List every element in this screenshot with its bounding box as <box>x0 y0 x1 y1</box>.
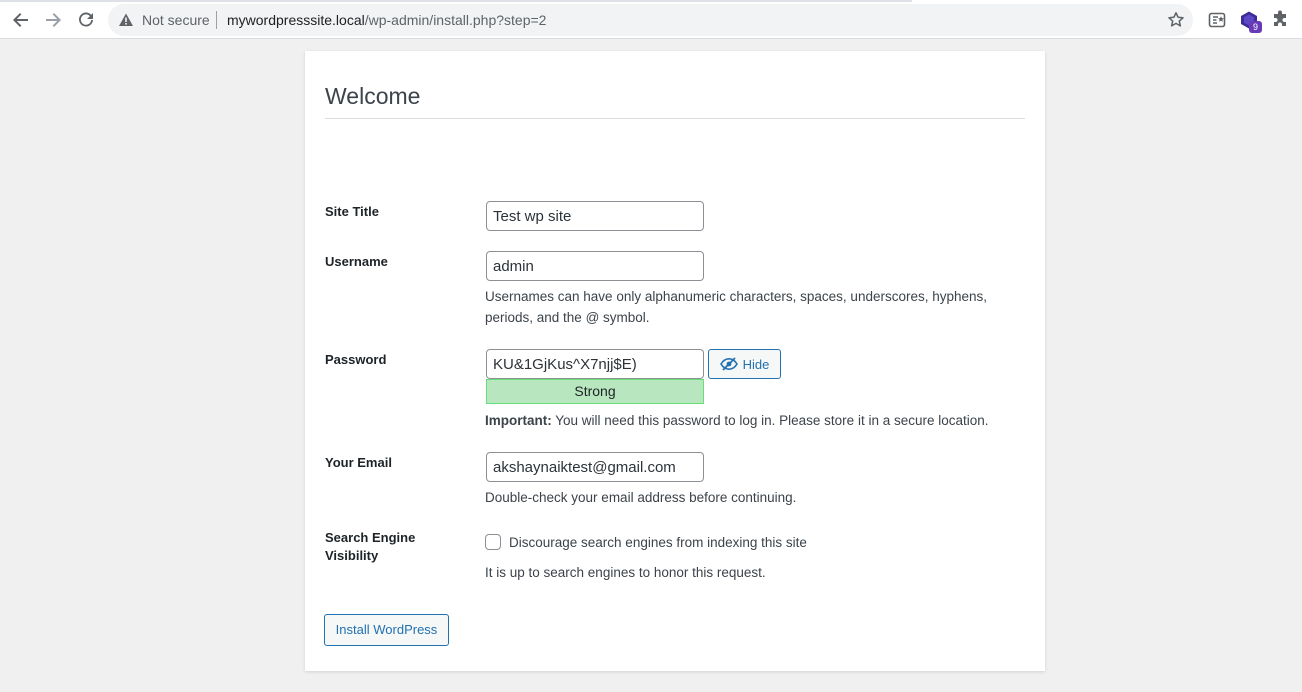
page-title: Welcome <box>325 83 421 109</box>
password-notice-emphasis: Important: <box>485 413 552 428</box>
username-label: Username <box>325 254 388 269</box>
install-form-card: Welcome Site Title Username Usernames ca… <box>305 51 1045 671</box>
username-description: Usernames can have only alphanumeric cha… <box>485 286 987 328</box>
password-notice: Important: You will need this password t… <box>485 410 989 431</box>
email-description: Double-check your email address before c… <box>485 490 797 505</box>
browser-toolbar: Not secure mywordpresssite.local/wp-admi… <box>0 0 1302 39</box>
url-path: /wp-admin/install.php?step=2 <box>364 12 547 28</box>
site-title-label: Site Title <box>325 204 379 219</box>
extension-badge: 9 <box>1249 21 1262 33</box>
search-visibility-label-line-1: Search Engine <box>325 530 416 545</box>
password-strength-indicator: Strong <box>486 379 704 404</box>
hide-password-label: Hide <box>742 356 770 372</box>
discourage-search-label[interactable]: Discourage search engines from indexing … <box>509 532 807 553</box>
search-visibility-description: It is up to search engines to honor this… <box>485 565 766 580</box>
search-visibility-label-line-2: Visibility <box>325 548 379 563</box>
address-bar[interactable]: Not secure mywordpresssite.local/wp-admi… <box>108 4 1193 36</box>
search-visibility-label: Search Engine Visibility <box>325 529 415 565</box>
warning-icon <box>119 13 133 26</box>
forward-icon[interactable] <box>41 8 65 32</box>
url-host: mywordpresssite.local <box>227 12 365 28</box>
url-text[interactable]: mywordpresssite.local/wp-admin/install.p… <box>227 12 546 28</box>
reload-icon[interactable] <box>74 8 98 32</box>
password-notice-text: You will need this password to log in. P… <box>555 413 989 428</box>
email-label: Your Email <box>325 455 392 470</box>
site-title-input[interactable] <box>486 201 704 231</box>
username-description-line-2: periods, and the @ symbol. <box>485 310 650 325</box>
star-icon[interactable] <box>1167 11 1185 29</box>
back-icon[interactable] <box>9 8 33 32</box>
password-input[interactable] <box>486 349 704 379</box>
eye-slash-icon <box>719 357 738 371</box>
username-input[interactable] <box>486 251 704 281</box>
security-status[interactable]: Not secure <box>142 12 210 28</box>
tab-strip-edge <box>0 0 912 2</box>
address-divider <box>216 11 217 29</box>
reading-list-icon[interactable] <box>1207 10 1227 30</box>
email-input[interactable] <box>486 452 704 482</box>
discourage-search-checkbox[interactable] <box>485 534 501 550</box>
heading-divider <box>325 118 1025 119</box>
username-description-line-1: Usernames can have only alphanumeric cha… <box>485 289 988 304</box>
hide-password-button[interactable]: Hide <box>708 349 781 379</box>
install-wordpress-button[interactable]: Install WordPress <box>324 614 449 646</box>
puzzle-icon[interactable] <box>1270 10 1290 30</box>
password-label: Password <box>325 352 387 367</box>
